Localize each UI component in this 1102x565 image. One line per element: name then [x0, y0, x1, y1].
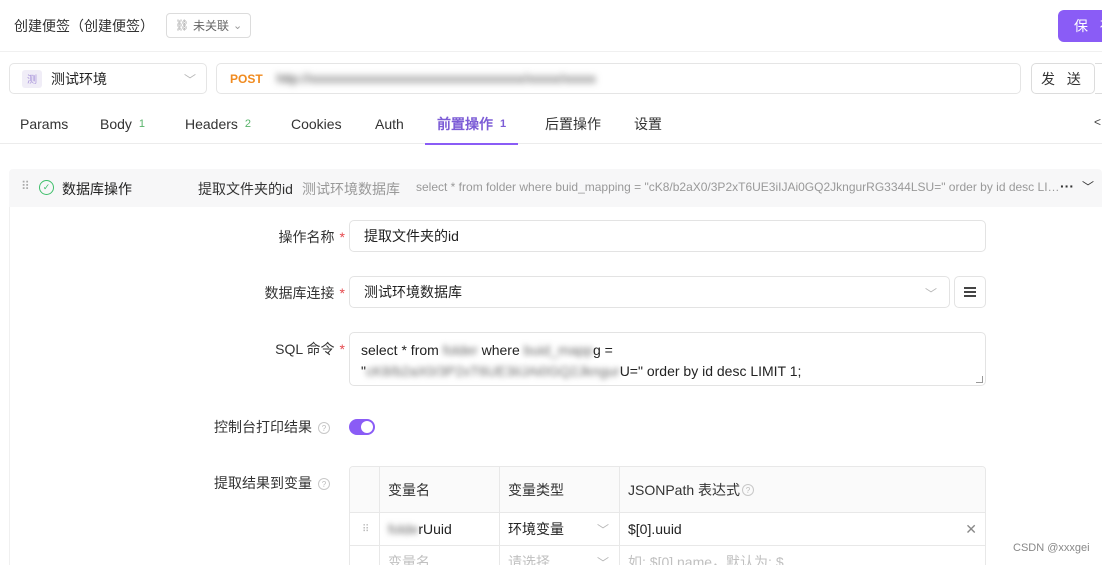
chevron-down-icon: ﹀ — [924, 287, 937, 301]
top-bar: 创建便签（创建便签） ⛓ 未关联 ⌄ 保 存 — [0, 0, 1102, 52]
chevron-down-icon: ⌄ — [232, 20, 243, 32]
variable-name-input[interactable]: 变量名 — [380, 546, 500, 565]
list-icon — [964, 291, 976, 293]
operation-name: 提取文件夹的id — [198, 181, 293, 197]
chevron-down-icon: ﹀ — [596, 555, 609, 565]
db-connection-label: 数据库连接 * — [264, 285, 345, 301]
table-header-name: 变量名 — [380, 467, 500, 512]
row-handle — [350, 546, 380, 565]
tab-count: 1 — [500, 117, 507, 130]
table-row: 变量名 请选择 ﹀ 如: $[0].name，默认为: $ — [350, 545, 985, 565]
variable-name-input[interactable]: folde rUuid — [380, 513, 500, 545]
extract-variables-label: 提取结果到变量? — [150, 473, 330, 493]
help-icon: ? — [318, 422, 330, 434]
console-print-toggle[interactable] — [349, 419, 375, 435]
variables-table: 变量名 变量类型 JSONPath 表达式? ⠿ folde rUuid 环境变量… — [349, 466, 986, 565]
page-title: 创建便签（创建便签） — [14, 18, 154, 34]
operation-type: 数据库操作 — [62, 181, 132, 197]
variable-type-select[interactable]: 请选择 ﹀ — [500, 546, 620, 565]
db-connection-select[interactable]: 测试环境数据库 ﹀ — [349, 276, 950, 308]
environment-select[interactable]: 测 测试环境 ﹀ — [9, 63, 207, 94]
tab-pre-operations[interactable]: 前置操作 1 — [424, 103, 519, 145]
http-method[interactable]: POST — [230, 72, 263, 86]
more-icon[interactable]: ··· — [1060, 178, 1074, 194]
console-print-label: 控制台打印结果? — [150, 417, 330, 437]
link-status-dropdown[interactable]: ⛓ 未关联 ⌄ — [166, 13, 252, 38]
sql-command-textarea[interactable]: select * from folder where buid_mappg = … — [349, 332, 986, 386]
chevron-down-icon: ﹀ — [596, 522, 609, 537]
row-handle[interactable]: ⠿ — [350, 513, 380, 545]
check-circle-icon[interactable]: ✓ — [39, 180, 54, 195]
save-button[interactable]: 保 存 — [1058, 10, 1102, 42]
sql-line-2: "cK8/b2aX0/3P2xT6UE3iIJAi0GQ2JkngurU=" o… — [361, 363, 802, 379]
tab-headers[interactable]: Headers 2 — [185, 103, 251, 144]
db-list-button[interactable] — [954, 276, 986, 308]
operation-database: 测试环境数据库 — [302, 181, 400, 197]
variable-type-select[interactable]: 环境变量 ﹀ — [500, 513, 620, 545]
chevron-down-icon[interactable]: ﹀ — [1082, 178, 1094, 195]
tab-count: 2 — [244, 117, 252, 130]
send-more-button[interactable] — [1095, 63, 1102, 94]
tab-post-operations[interactable]: 后置操作 — [545, 103, 601, 144]
url-input[interactable]: POST http://xxxxxxxxxxxxxxxxxxxxxxxxxxxx… — [216, 63, 1021, 94]
operation-name-input[interactable]: 提取文件夹的id — [349, 220, 986, 252]
tabs-scroll-left-icon[interactable]: < — [1094, 115, 1101, 129]
tab-count: 1 — [138, 117, 146, 130]
link-status-label: 未关联 — [192, 19, 229, 33]
sql-line-1: select * from folder where buid_mappg = — [361, 342, 613, 358]
table-header-handle — [350, 467, 380, 512]
jsonpath-input[interactable]: 如: $[0].name，默认为: $ — [620, 546, 985, 565]
help-icon: ? — [318, 478, 330, 490]
operation-sql-preview: select * from folder where buid_mapping … — [416, 180, 1064, 194]
sql-command-label: SQL 命令 * — [275, 341, 345, 357]
operation-header[interactable]: ⠿ ✓ 数据库操作 提取文件夹的id 测试环境数据库 select * from… — [9, 169, 1102, 207]
resize-handle-icon[interactable] — [976, 376, 983, 383]
close-icon[interactable]: ✕ — [965, 521, 977, 538]
request-tabs: Params Body 1 Headers 2 Cookies Auth 前置操作 1… — [0, 103, 1102, 145]
url-text: http://xxxxxxxxxxxxxxxxxxxxxxxxxxxxxxxxx… — [276, 71, 596, 86]
drag-handle-icon: ⠿ — [362, 523, 369, 535]
table-row: ⠿ folde rUuid 环境变量 ﹀ $[0].uuid ✕ — [350, 512, 985, 545]
operation-name-label: 操作名称 * — [278, 229, 345, 245]
drag-handle-icon[interactable]: ⠿ — [21, 179, 30, 193]
jsonpath-input[interactable]: $[0].uuid ✕ — [620, 513, 985, 545]
environment-tag: 测 — [22, 69, 42, 88]
help-icon: ? — [742, 483, 755, 496]
link-icon: ⛓ — [175, 20, 189, 32]
tab-params[interactable]: Params — [20, 103, 68, 144]
send-button[interactable]: 发 送 — [1031, 63, 1095, 94]
tab-body[interactable]: Body 1 — [100, 103, 145, 144]
tab-settings[interactable]: 设置 — [634, 103, 662, 144]
table-header-jsonpath: JSONPath 表达式? — [620, 467, 985, 512]
chevron-down-icon: ﹀ — [183, 73, 196, 87]
environment-name: 测试环境 — [51, 70, 107, 87]
tab-auth[interactable]: Auth — [375, 103, 404, 144]
tab-cookies[interactable]: Cookies — [291, 103, 342, 144]
table-header-type: 变量类型 — [500, 467, 620, 512]
watermark: CSDN @xxxgei — [1013, 542, 1090, 554]
